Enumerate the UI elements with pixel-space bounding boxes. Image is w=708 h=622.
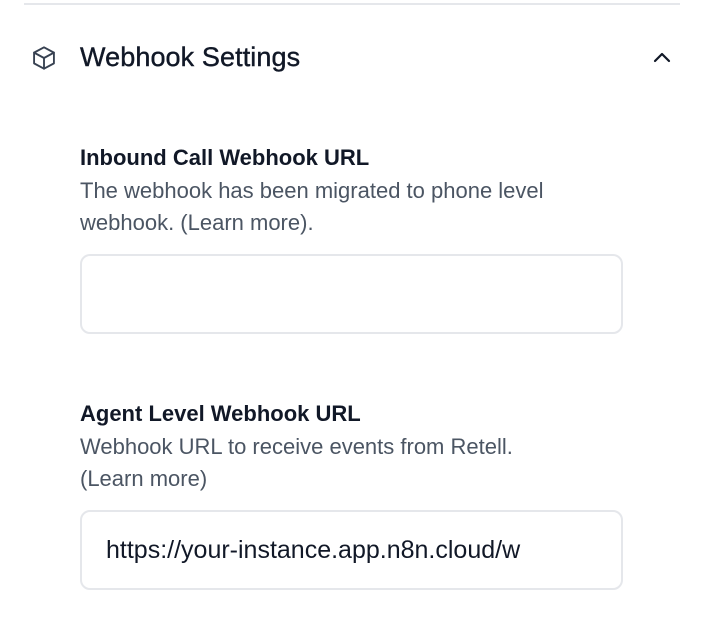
top-divider (24, 3, 680, 5)
agent-webhook-url-input[interactable] (80, 510, 623, 590)
section-title: Webhook Settings (80, 42, 301, 72)
agent-webhook-label: Agent Level Webhook URL (80, 401, 361, 426)
inbound-webhook-description: The webhook has been migrated to phone l… (80, 175, 640, 239)
chevron-up-icon[interactable] (650, 46, 674, 70)
inbound-webhook-label: Inbound Call Webhook URL (80, 145, 370, 170)
inbound-webhook-url-input[interactable] (80, 254, 623, 334)
agent-webhook-description-line2: (Learn more) (80, 466, 208, 491)
webhook-settings-header[interactable]: Webhook Settings (24, 34, 680, 82)
cube-icon (33, 46, 55, 70)
inbound-webhook-description-line1: The webhook has been migrated to phone l… (80, 178, 544, 203)
inbound-webhook-description-line2: webhook. (Learn more). (80, 210, 314, 235)
agent-webhook-description-line1: Webhook URL to receive events from Retel… (80, 434, 513, 459)
agent-webhook-description: Webhook URL to receive events from Retel… (80, 431, 640, 495)
